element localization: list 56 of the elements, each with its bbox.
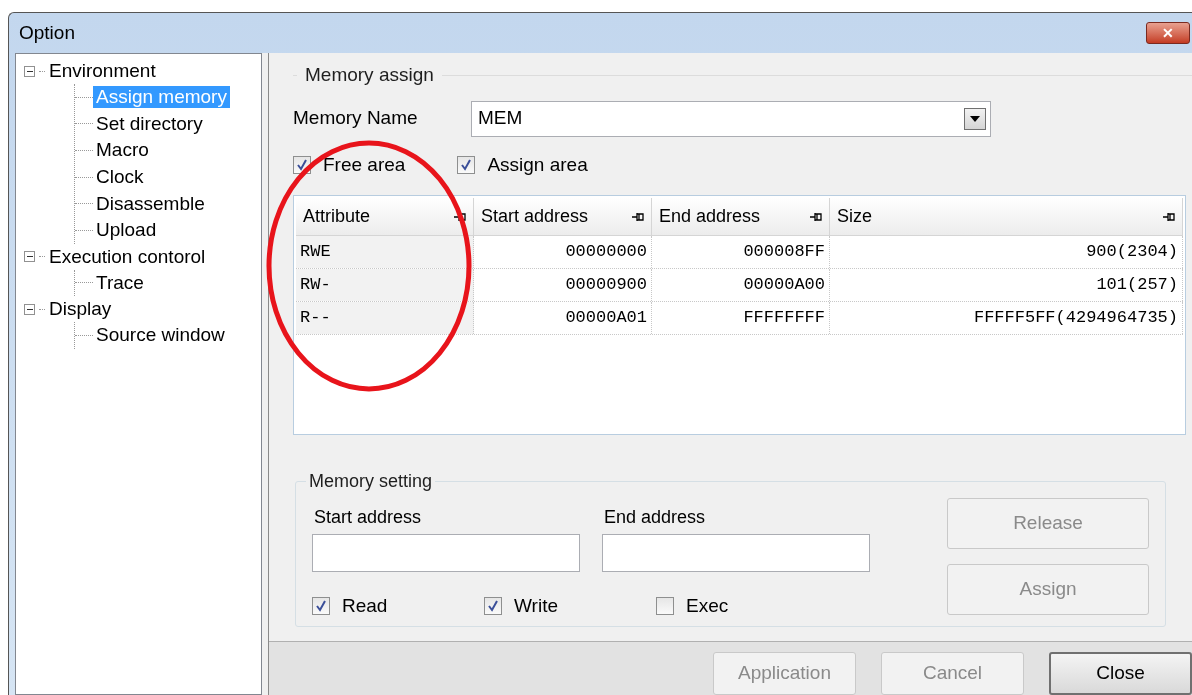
column-header[interactable]: Start address <box>474 198 652 236</box>
collapse-icon[interactable] <box>24 251 35 263</box>
tree-item[interactable]: Execution contorol <box>47 245 208 268</box>
checkbox-label: Assign area <box>487 152 588 177</box>
tree-item[interactable]: Source window <box>93 324 228 347</box>
table-cell: R-- <box>296 302 474 334</box>
checkbox-label: Exec <box>686 594 729 618</box>
tree-item[interactable]: Set directory <box>93 112 206 135</box>
pin-icon[interactable] <box>632 211 644 222</box>
table-cell: RWE <box>296 236 474 268</box>
tree-item[interactable]: Environment <box>47 60 158 82</box>
tree-item[interactable]: Upload <box>93 219 160 242</box>
memory-name-dropdown[interactable]: MEM <box>471 100 991 137</box>
splitter-bar[interactable] <box>262 53 269 695</box>
field-label: Start address <box>313 506 423 529</box>
section-title: Memory assign <box>305 63 434 87</box>
checkbox[interactable] <box>457 155 476 174</box>
check-icon <box>315 600 327 613</box>
collapse-icon[interactable] <box>24 303 35 315</box>
table-cell: 000008FF <box>652 236 830 268</box>
check-icon <box>460 158 473 171</box>
check-icon <box>296 158 308 171</box>
table-cell: 00000A01 <box>474 302 652 334</box>
field-label: End address <box>603 506 707 529</box>
column-header[interactable]: Attribute <box>296 198 474 236</box>
checkbox[interactable] <box>656 597 674 616</box>
column-header[interactable]: Size <box>830 198 1183 236</box>
collapse-icon[interactable] <box>24 65 35 77</box>
pin-icon[interactable] <box>454 211 466 222</box>
tree-item[interactable]: Macro <box>93 139 152 162</box>
table-cell: 00000900 <box>474 269 652 301</box>
checkbox[interactable] <box>312 597 330 616</box>
checkbox-label: Read <box>342 594 388 618</box>
tree-item[interactable]: Display <box>47 298 114 321</box>
table-cell: 00000A00 <box>652 269 830 301</box>
table-cell: FFFFF5FF(4294964735) <box>830 302 1183 334</box>
table-cell: 900(2304) <box>830 236 1183 268</box>
table-cell: FFFFFFFF <box>652 302 830 334</box>
start-address-field[interactable] <box>312 534 580 572</box>
tree-item[interactable]: Trace <box>93 271 147 294</box>
checkbox[interactable] <box>484 597 502 616</box>
table-cell: RW- <box>296 269 474 301</box>
end-address-field[interactable] <box>602 534 870 572</box>
pin-icon[interactable] <box>810 211 822 222</box>
table-cell: 101(257) <box>830 269 1183 301</box>
tree-item[interactable]: Clock <box>93 166 147 189</box>
column-header[interactable]: End address <box>652 198 830 236</box>
field-label: Memory Name <box>293 106 419 131</box>
checkbox-label: Write <box>514 594 558 618</box>
pin-icon[interactable] <box>1163 211 1175 222</box>
check-icon <box>487 600 499 613</box>
tree-item[interactable]: Disassemble <box>93 192 208 215</box>
checkbox-label: Free area <box>323 152 406 177</box>
dialog-button[interactable]: Close <box>1049 652 1192 695</box>
window-title: Option <box>19 20 75 45</box>
table-cell: 00000000 <box>474 236 652 268</box>
